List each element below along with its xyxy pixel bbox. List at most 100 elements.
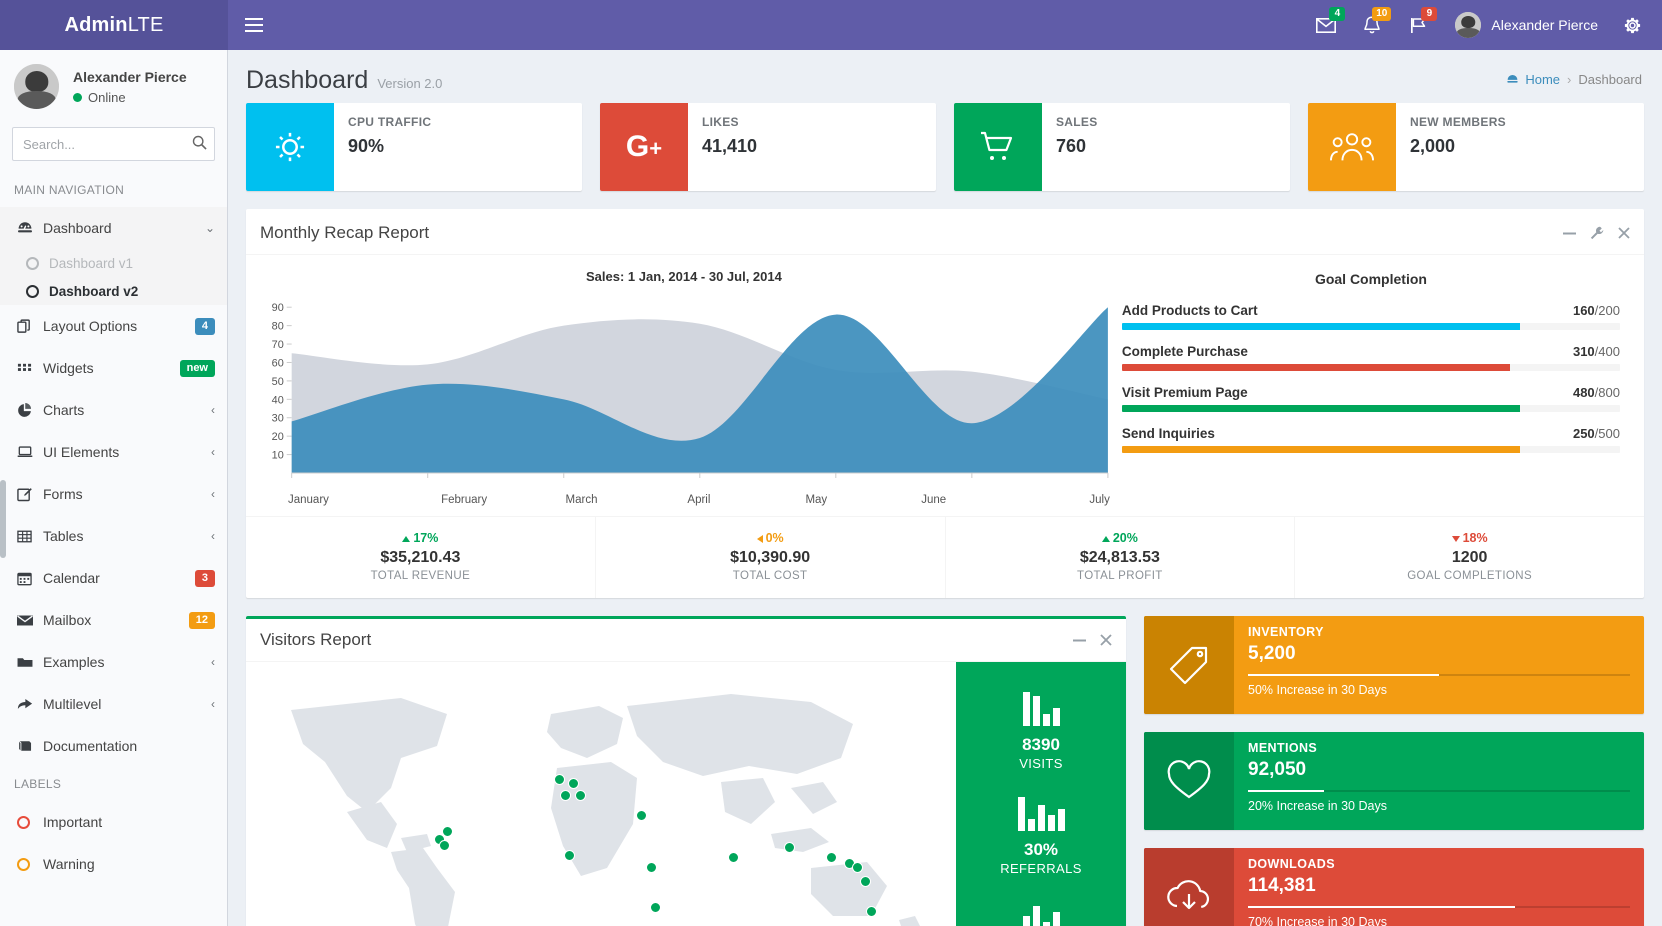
- sidebar-item-mailbox[interactable]: Mailbox 12: [0, 599, 227, 641]
- sidebar-item-examples[interactable]: Examples ‹: [0, 641, 227, 683]
- sidebar-item-dashboard[interactable]: Dashboard ⌄: [0, 207, 227, 249]
- map-marker[interactable]: [636, 810, 647, 821]
- minimize-icon[interactable]: [1073, 639, 1086, 642]
- map-marker[interactable]: [554, 774, 565, 785]
- sidebar-item-multilevel[interactable]: Multilevel ‹: [0, 683, 227, 725]
- map-marker[interactable]: [650, 902, 661, 913]
- map-marker[interactable]: [866, 906, 877, 917]
- widget-value: 5,200: [1248, 643, 1296, 664]
- user-menu-button[interactable]: Alexander Pierce: [1441, 0, 1612, 50]
- map-marker[interactable]: [439, 840, 450, 851]
- search-button[interactable]: [192, 135, 207, 153]
- sidebar-subitem-dashboard-v1[interactable]: Dashboard v1: [0, 249, 227, 277]
- info-box-sales[interactable]: SALES 760: [954, 103, 1290, 191]
- summary-stats-row: 17% $35,210.43 TOTAL REVENUE 0% $10,390.…: [246, 516, 1644, 598]
- close-icon[interactable]: [1100, 634, 1112, 646]
- map-marker[interactable]: [575, 790, 586, 801]
- sidebar-item-warning[interactable]: Warning: [0, 843, 227, 885]
- stat-goal-completions: 18% 1200 GOAL COMPLETIONS: [1295, 517, 1644, 598]
- visits-value: 8390: [1022, 735, 1060, 754]
- messages-menu-button[interactable]: 4: [1303, 0, 1349, 50]
- close-icon[interactable]: [1618, 227, 1630, 239]
- goal-completion-title: Goal Completion: [1314, 271, 1427, 287]
- goal-value: 480/800: [1572, 385, 1620, 400]
- info-box-likes[interactable]: G+ LIKES 41,410: [600, 103, 936, 191]
- map-marker[interactable]: [784, 842, 795, 853]
- sidebar-item-label: Mailbox: [43, 612, 92, 628]
- sales-area-chart[interactable]: 10 20 30 40 50 60 70 80 90: [258, 292, 1110, 487]
- widget-inventory[interactable]: INVENTORY 5,200 50% Increase in 30 Days: [1144, 616, 1644, 714]
- sidebar-item-label: Layout Options: [43, 318, 138, 334]
- dashboard-small-icon: [1507, 74, 1519, 83]
- sidebar-subitem-dashboard-v2[interactable]: Dashboard v2: [0, 277, 227, 305]
- map-marker[interactable]: [852, 862, 863, 873]
- chart-x-label: February: [441, 494, 488, 506]
- stat-delta: 0%: [600, 531, 941, 545]
- sidebar-item-calendar[interactable]: Calendar 3: [0, 557, 227, 599]
- breadcrumb-home-link[interactable]: Home: [1506, 72, 1560, 87]
- world-map[interactable]: [246, 662, 956, 926]
- visits-label: VISITS: [1019, 756, 1063, 771]
- sidebar-item-layout-options[interactable]: Layout Options 4: [0, 305, 227, 347]
- copy-icon: [17, 318, 43, 334]
- sidebar-toggle-button[interactable]: [228, 0, 280, 50]
- stat-total-revenue: 17% $35,210.43 TOTAL REVENUE: [246, 517, 596, 598]
- gear-icon: [246, 103, 334, 191]
- chevron-left-icon: ‹: [211, 403, 215, 417]
- info-box-new-members[interactable]: NEW MEMBERS 2,000: [1308, 103, 1644, 191]
- map-marker[interactable]: [728, 852, 739, 863]
- sidebar-item-charts[interactable]: Charts ‹: [0, 389, 227, 431]
- navbar-spacer: [280, 0, 1303, 50]
- chevron-left-icon: ‹: [211, 697, 215, 711]
- sidebar-user-panel[interactable]: Alexander Pierce Online: [0, 50, 227, 123]
- minimize-icon[interactable]: [1563, 232, 1576, 235]
- notifications-menu-button[interactable]: 10: [1349, 0, 1395, 50]
- map-marker[interactable]: [826, 852, 837, 863]
- chevron-left-icon: ‹: [211, 445, 215, 459]
- chevron-left-icon: ‹: [211, 655, 215, 669]
- circle-o-icon: [17, 815, 43, 829]
- sidebar-item-forms[interactable]: Forms ‹: [0, 473, 227, 515]
- breadcrumb: Home › Dashboard: [1506, 72, 1642, 87]
- sidebar-item-ui-elements[interactable]: UI Elements ‹: [0, 431, 227, 473]
- sidebar-scrollbar[interactable]: [0, 480, 6, 558]
- sidebar-item-label: Documentation: [43, 738, 138, 754]
- search-input[interactable]: [12, 127, 215, 161]
- tasks-menu-button[interactable]: 9: [1395, 0, 1441, 50]
- box-title: Visitors Report: [260, 630, 372, 649]
- sidebar-item-documentation[interactable]: Documentation: [0, 725, 227, 767]
- goal-value: 310/400: [1572, 344, 1620, 359]
- control-sidebar-button[interactable]: [1612, 0, 1652, 50]
- arrow-left-icon: [756, 534, 763, 543]
- search-icon: [192, 135, 207, 150]
- info-box-cpu-traffic[interactable]: CPU TRAFFIC 90%: [246, 103, 582, 191]
- chart-x-label: April: [687, 494, 711, 506]
- monthly-recap-header: Monthly Recap Report: [246, 212, 1644, 255]
- svg-text:20: 20: [272, 431, 284, 443]
- map-marker[interactable]: [564, 850, 575, 861]
- widget-mentions[interactable]: MENTIONS 92,050 20% Increase in 30 Days: [1144, 732, 1644, 830]
- wrench-icon[interactable]: [1590, 226, 1604, 240]
- navbar-user-name: Alexander Pierce: [1491, 17, 1598, 33]
- goal-progress-bar: [1121, 364, 1620, 371]
- widget-downloads[interactable]: DOWNLOADS 114,381 70% Increase in 30 Day…: [1144, 848, 1644, 926]
- sidebar-item-important[interactable]: Important: [0, 801, 227, 843]
- map-marker[interactable]: [646, 862, 657, 873]
- tasks-badge: 9: [1421, 7, 1438, 21]
- widget-value: 92,050: [1248, 759, 1307, 780]
- map-marker[interactable]: [568, 778, 579, 789]
- sidebar-item-tables[interactable]: Tables ‹: [0, 515, 227, 557]
- stat-label: TOTAL COST: [732, 570, 808, 582]
- brand-logo[interactable]: AdminLTE: [0, 0, 228, 50]
- sidebar-item-widgets[interactable]: Widgets new: [0, 347, 227, 389]
- sidebar-item-label: Calendar: [43, 570, 100, 586]
- chart-x-label: January: [288, 494, 329, 506]
- avatar: [1455, 12, 1482, 38]
- goal-row: Visit Premium Page 480/800: [1121, 385, 1620, 412]
- goal-progress-bar: [1121, 323, 1620, 330]
- info-box-title: NEW MEMBERS: [1410, 115, 1506, 129]
- map-marker[interactable]: [860, 876, 871, 887]
- map-marker[interactable]: [560, 790, 571, 801]
- share-icon: [17, 697, 43, 711]
- stat-label: TOTAL PROFIT: [1077, 570, 1163, 582]
